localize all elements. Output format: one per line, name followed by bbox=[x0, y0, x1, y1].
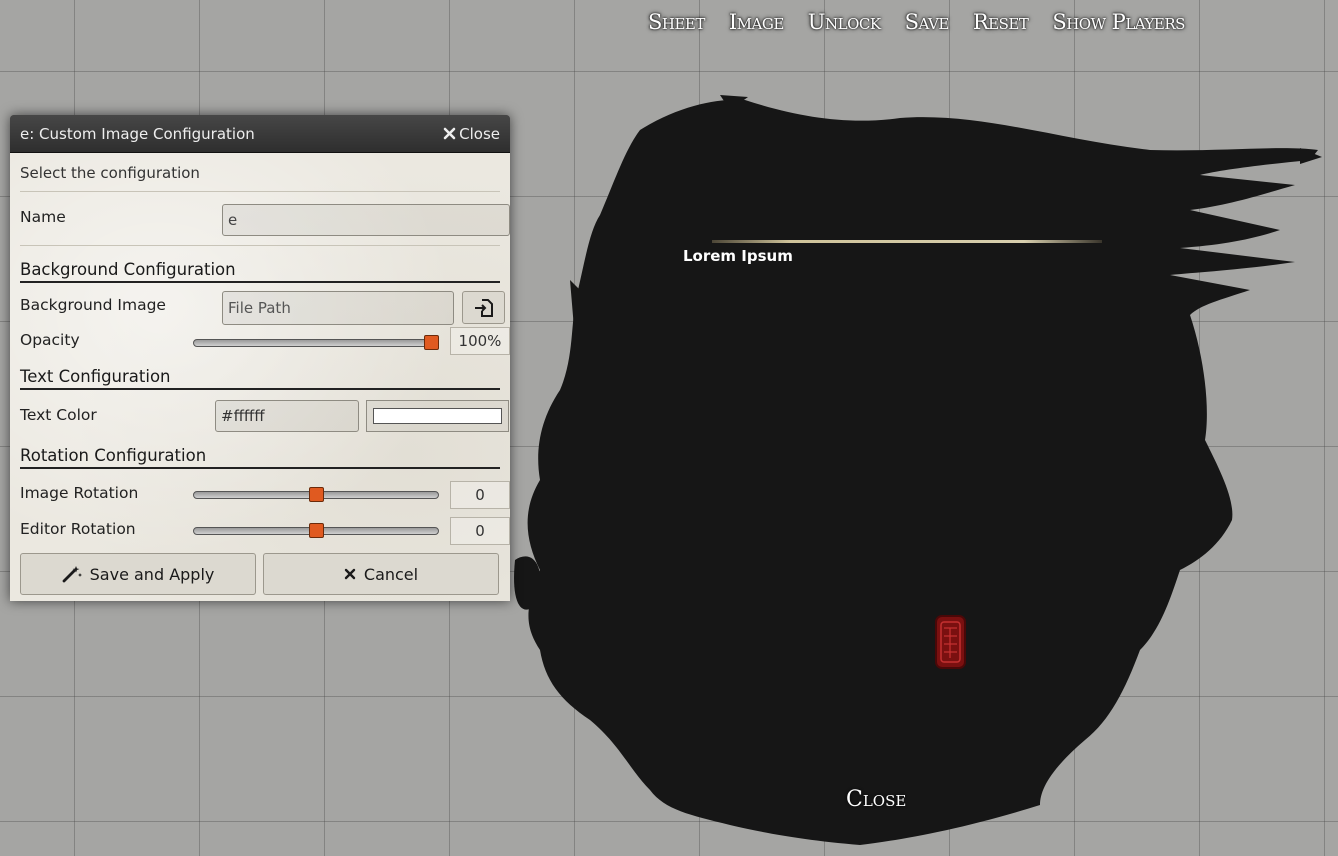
dialog-hint: Select the configuration bbox=[20, 153, 500, 192]
custom-image-config-dialog: e: Custom Image Configuration Close Sele… bbox=[10, 115, 510, 601]
red-seal-stamp bbox=[935, 615, 966, 669]
name-input[interactable]: e bbox=[222, 204, 510, 236]
opacity-label: Opacity bbox=[20, 331, 80, 349]
dialog-close-label: Close bbox=[459, 124, 500, 143]
editor-rotation-slider-thumb[interactable] bbox=[309, 523, 324, 538]
magic-wand-icon bbox=[62, 566, 82, 583]
opacity-value[interactable]: 100% bbox=[450, 327, 510, 355]
opacity-slider[interactable] bbox=[193, 335, 439, 350]
reset-button[interactable]: Reset bbox=[961, 8, 1041, 36]
image-rotation-row: Image Rotation 0 bbox=[20, 479, 510, 517]
title-underline bbox=[712, 240, 1102, 243]
dialog-title: e: Custom Image Configuration bbox=[20, 124, 255, 143]
cancel-label: Cancel bbox=[363, 564, 419, 584]
save-button[interactable]: Save bbox=[893, 8, 961, 36]
save-and-apply-button[interactable]: Save and Apply bbox=[20, 553, 256, 595]
image-button[interactable]: Image bbox=[717, 8, 796, 36]
rotation-section-heading: Rotation Configuration bbox=[20, 442, 500, 469]
text-color-input[interactable]: #ffffff bbox=[215, 400, 359, 432]
dialog-buttons-row: Save and Apply Cancel bbox=[20, 553, 500, 601]
file-picker-button[interactable] bbox=[462, 291, 505, 324]
close-icon bbox=[443, 127, 456, 140]
text-color-swatch-picker[interactable] bbox=[366, 400, 509, 432]
name-row: Name e bbox=[20, 192, 510, 246]
image-rotation-value[interactable]: 0 bbox=[450, 481, 510, 509]
sheet-close-button[interactable]: Close bbox=[846, 787, 906, 812]
name-label: Name bbox=[20, 208, 66, 226]
background-section-heading: Background Configuration bbox=[20, 256, 500, 283]
cancel-button[interactable]: Cancel bbox=[263, 553, 499, 595]
unlock-button[interactable]: Unlock bbox=[796, 8, 893, 36]
opacity-slider-thumb[interactable] bbox=[424, 335, 439, 350]
editor-rotation-label: Editor Rotation bbox=[20, 520, 136, 538]
editor-rotation-value[interactable]: 0 bbox=[450, 517, 510, 545]
image-rotation-slider-thumb[interactable] bbox=[309, 487, 324, 502]
save-and-apply-label: Save and Apply bbox=[89, 564, 215, 584]
cancel-icon bbox=[344, 568, 356, 580]
text-color-swatch bbox=[373, 408, 502, 424]
file-picker-icon bbox=[474, 298, 493, 317]
text-color-label: Text Color bbox=[20, 406, 97, 424]
show-players-button[interactable]: Show Players bbox=[1040, 8, 1197, 36]
opacity-row: Opacity 100% bbox=[20, 327, 510, 363]
sheet-button[interactable]: Sheet bbox=[636, 8, 717, 36]
editor-rotation-row: Editor Rotation 0 bbox=[20, 517, 510, 553]
text-section-heading: Text Configuration bbox=[20, 363, 500, 390]
image-rotation-slider[interactable] bbox=[193, 487, 439, 502]
background-image-row: Background Image File Path bbox=[20, 283, 505, 327]
background-image-label: Background Image bbox=[20, 296, 166, 314]
editor-rotation-slider[interactable] bbox=[193, 523, 439, 538]
text-color-row: Text Color #ffffff bbox=[20, 390, 509, 442]
sheet-title-text: Lorem Ipsum bbox=[683, 247, 793, 265]
image-rotation-label: Image Rotation bbox=[20, 484, 139, 502]
dialog-close-button[interactable]: Close bbox=[443, 125, 500, 143]
dialog-header[interactable]: e: Custom Image Configuration Close bbox=[10, 115, 510, 153]
background-image-input[interactable]: File Path bbox=[222, 291, 454, 325]
sheet-header-toolbar: Sheet Image Unlock Save Reset Show Playe… bbox=[636, 8, 1197, 36]
